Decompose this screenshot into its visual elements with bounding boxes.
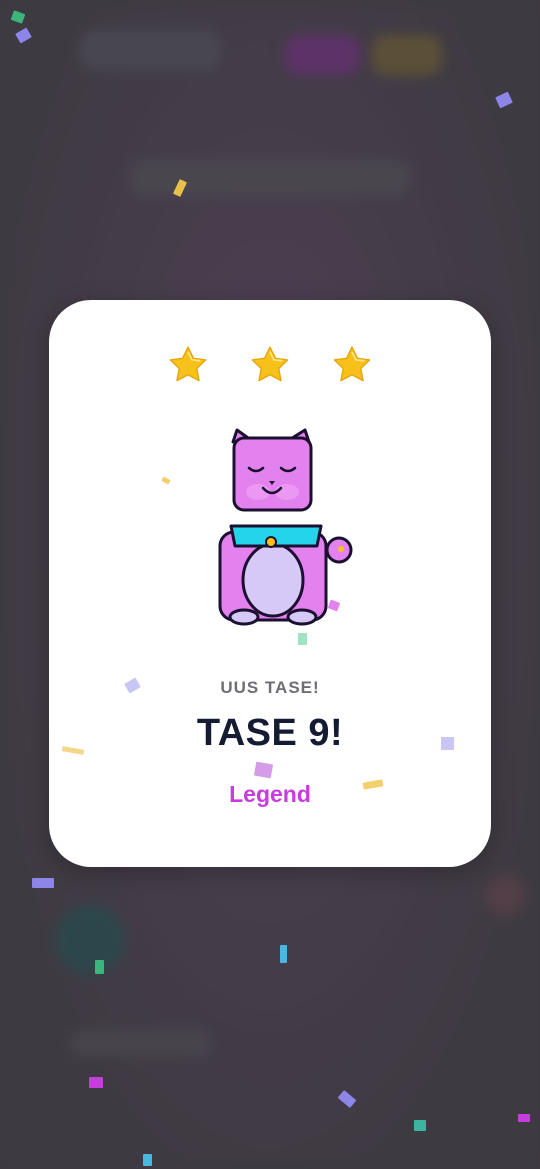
confetti-piece [441,737,454,750]
confetti-piece [89,1077,103,1088]
confetti-piece [253,761,274,779]
level-up-modal: UUS TASE! TASE 9! Legend [49,300,491,867]
star-icon [251,346,289,382]
rank-name: Legend [229,781,311,807]
confetti-piece [280,945,287,963]
confetti-piece [95,960,104,974]
new-level-label: UUS TASE! [220,678,320,697]
confetti-piece [518,1114,530,1122]
stars-row [49,344,491,386]
star-icon [169,346,207,382]
star-icon [333,346,371,382]
level-title: TASE 9! [196,712,344,754]
cat-mascot-icon [218,428,353,626]
confetti-piece [298,633,307,645]
confetti-piece [32,878,54,888]
confetti-piece [414,1120,426,1131]
confetti-piece [143,1154,152,1166]
